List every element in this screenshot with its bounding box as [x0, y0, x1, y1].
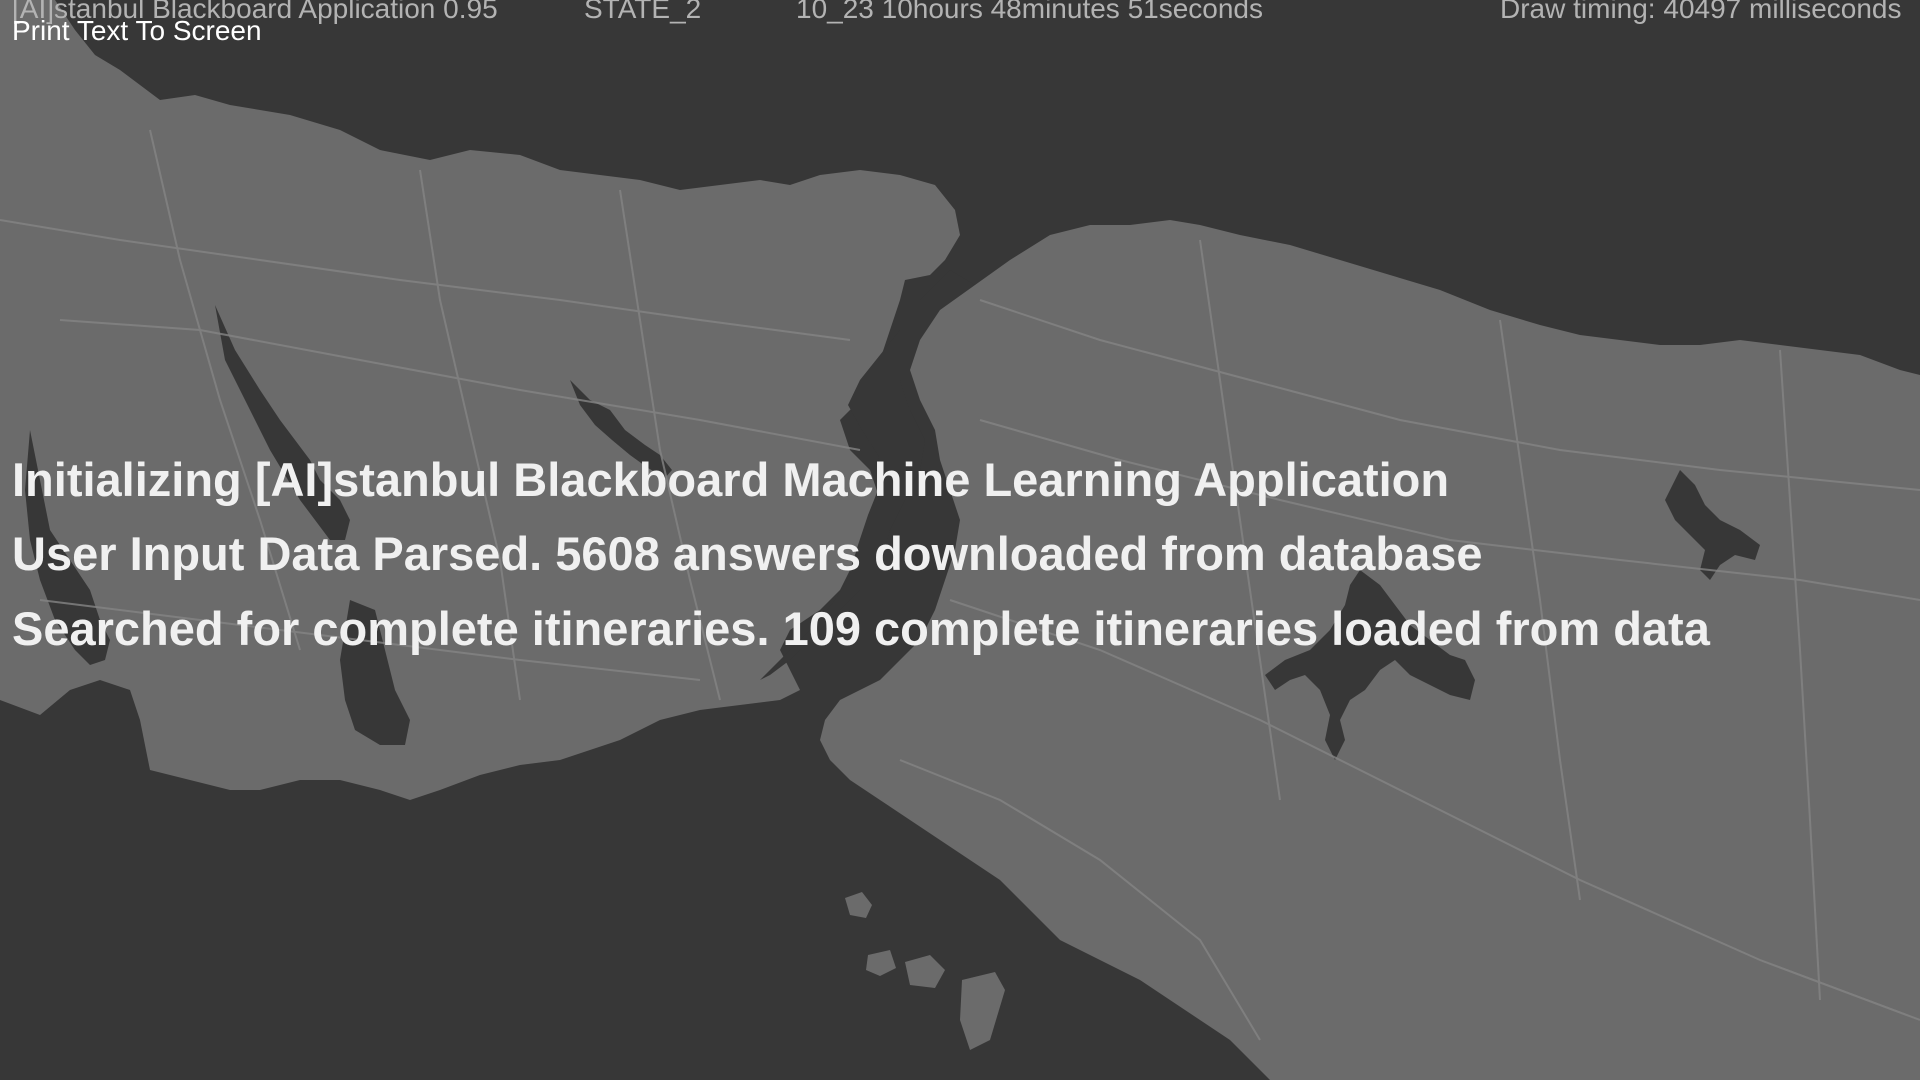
island-2: [866, 950, 896, 976]
elapsed-time: 10_23 10hours 48minutes 51seconds: [796, 0, 1264, 24]
status-message: Searched for complete itineraries. 109 c…: [12, 602, 1710, 655]
island-4: [960, 972, 1005, 1050]
europe-landmass: [0, 0, 960, 800]
island-1: [845, 892, 872, 918]
state-indicator: STATE_2: [584, 0, 702, 24]
status-message: Initializing [AI]stanbul Blackboard Mach…: [12, 453, 1450, 506]
debug-print-label: Print Text To Screen: [12, 15, 262, 46]
island-3: [905, 955, 945, 988]
status-message: User Input Data Parsed. 5608 answers dow…: [12, 527, 1483, 580]
draw-timing: Draw timing: 40497 milliseconds: [1500, 0, 1902, 24]
map-canvas[interactable]: [AI]stanbul Blackboard Application 0.95 …: [0, 0, 1920, 1080]
